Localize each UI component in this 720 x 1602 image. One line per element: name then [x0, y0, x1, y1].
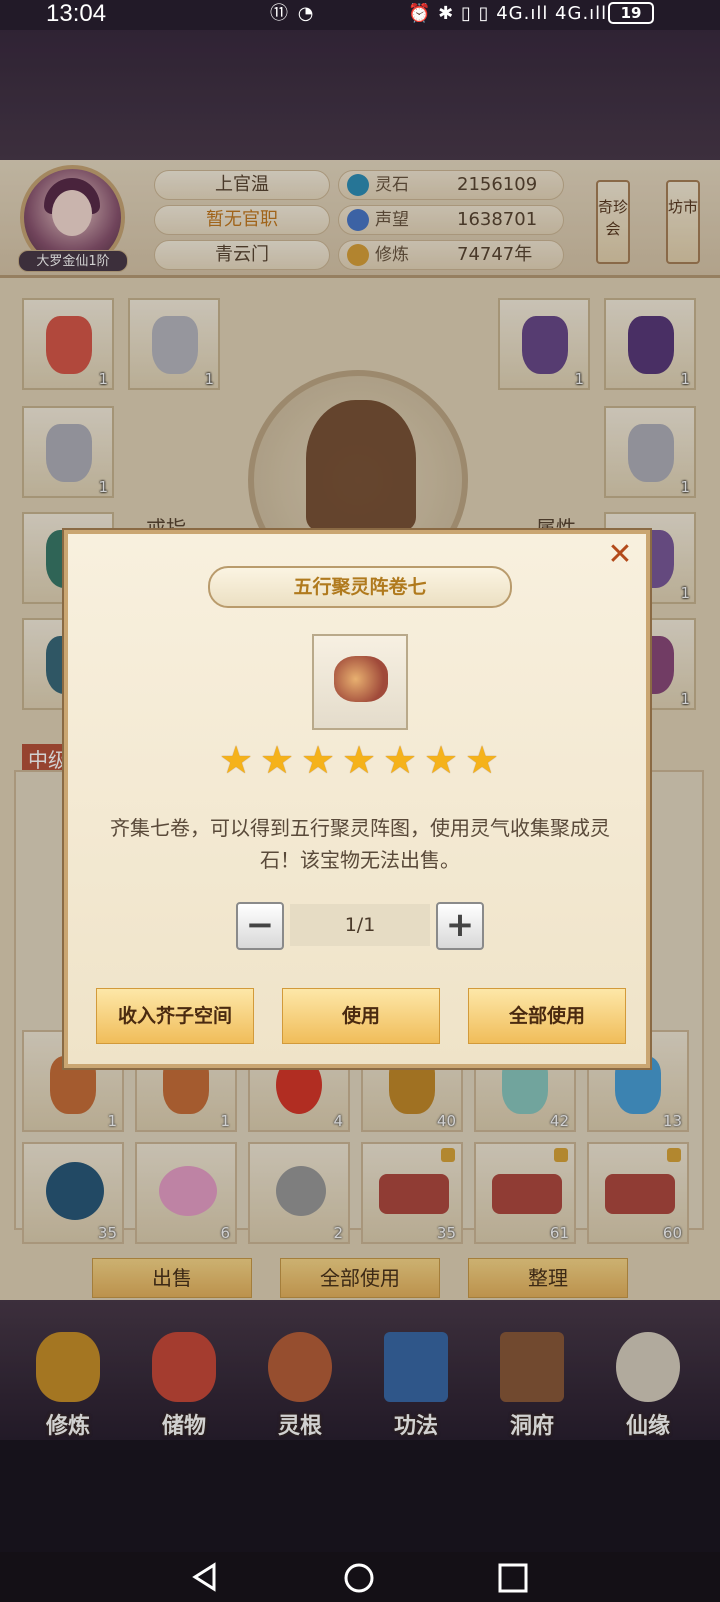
- battery-icon: 19: [608, 2, 654, 24]
- star-icon: ★: [464, 738, 500, 782]
- star-icon: ★: [341, 738, 377, 782]
- quantity-field[interactable]: 1/1: [290, 904, 430, 946]
- decrease-button[interactable]: −: [236, 902, 284, 950]
- star-icon: ★: [423, 738, 459, 782]
- system-nav: [0, 1552, 720, 1602]
- star-icon: ★: [382, 738, 418, 782]
- back-icon[interactable]: [190, 1562, 220, 1592]
- scroll-item-icon: [334, 656, 388, 702]
- use-all-dialog-button[interactable]: 全部使用: [468, 988, 626, 1044]
- increase-button[interactable]: +: [436, 902, 484, 950]
- close-icon[interactable]: ✕: [604, 540, 636, 572]
- clock: 13:04: [46, 0, 107, 27]
- status-left-icons: ⑪ ◔: [270, 3, 316, 24]
- item-description: 齐集七卷，可以得到五行聚灵阵图，使用灵气收集聚成灵石！该宝物无法出售。: [110, 816, 610, 872]
- use-button[interactable]: 使用: [282, 988, 440, 1044]
- star-icon: ★: [259, 738, 295, 782]
- star-icon: ★: [218, 738, 254, 782]
- star-icon: ★: [300, 738, 336, 782]
- status-bar: 13:04 ⑪ ◔ ⏰ ✱ ▯ ▯ 4G.ıll 4G.ıll 19: [0, 0, 720, 30]
- recents-icon[interactable]: [496, 1562, 530, 1596]
- status-right-icons: ⏰ ✱ ▯ ▯ 4G.ıll 4G.ıll: [408, 3, 608, 24]
- store-button[interactable]: 收入芥子空间: [96, 988, 254, 1044]
- home-icon[interactable]: [342, 1562, 376, 1596]
- dialog-title: 五行聚灵阵卷七: [208, 566, 512, 608]
